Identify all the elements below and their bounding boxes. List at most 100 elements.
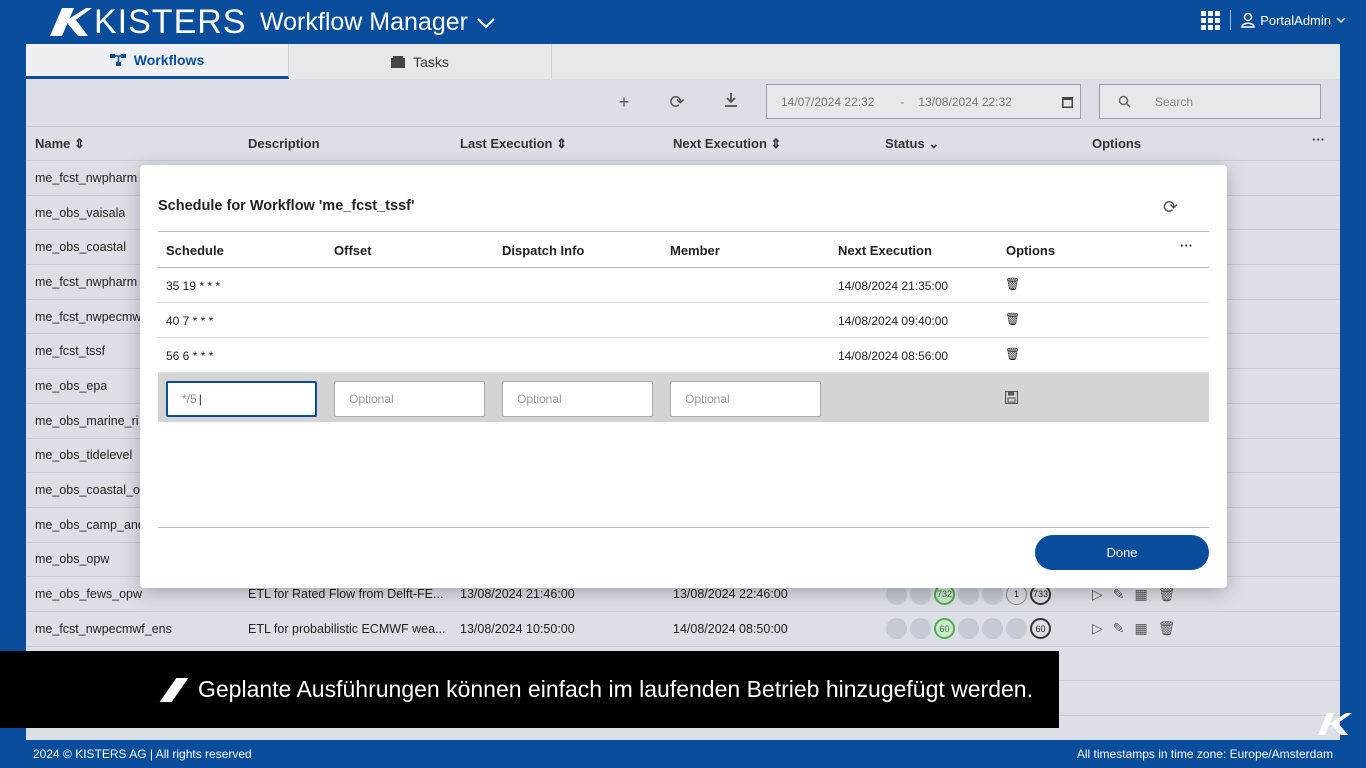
column-member: Member — [670, 243, 720, 258]
date-to: 13/08/2024 22:32 — [918, 94, 1012, 109]
copyright: 2024 © KISTERS AG | All rights reserved — [33, 747, 252, 761]
tab-label: Workflows — [133, 52, 205, 68]
user-menu[interactable]: PortalAdmin — [1241, 12, 1346, 28]
row-description: ETL for Rated Flow from Delft-FE... — [248, 587, 444, 602]
column-options: Options — [1006, 243, 1056, 258]
done-button[interactable]: Done — [1035, 535, 1209, 570]
row-name: me_obs_coastal_o — [35, 483, 140, 498]
trash-icon[interactable]: 🗑 — [1005, 312, 1020, 326]
date-range-picker[interactable]: 14/07/2024 22:32 - 13/08/2024 22:32 — [766, 84, 1081, 119]
success-count-badge[interactable]: 60 — [934, 618, 955, 640]
row-name: me_fcst_nwpecmw — [35, 309, 142, 324]
column-next-execution: Next Execution — [838, 243, 932, 258]
schedule-table: Schedule Offset Dispatch Info Member Nex… — [158, 231, 1209, 422]
chevron-down-icon — [1336, 17, 1346, 24]
dialog-divider — [158, 527, 1209, 528]
row-name: me_obs_vaisala — [35, 205, 126, 220]
status-dot — [886, 618, 907, 640]
refresh-icon[interactable]: ⟳ — [666, 91, 688, 113]
trash-icon[interactable]: 🗑 — [1005, 277, 1020, 291]
app-switcher[interactable]: Workflow Manager — [260, 8, 496, 37]
schedule-next: 14/08/2024 08:56:00 — [838, 349, 949, 363]
row-last-execution: 13/08/2024 10:50:00 — [460, 621, 575, 636]
search-icon — [1118, 95, 1131, 108]
row-last-execution: 13/08/2024 21:46:00 — [460, 587, 575, 602]
row-next-execution: 13/08/2024 22:46:00 — [673, 587, 788, 602]
new-schedule-row: */5 | Optional Optional Optional — [158, 373, 1209, 422]
dispatch-info-input[interactable]: Optional — [502, 381, 653, 417]
schedule-input-value: */5 — [182, 392, 197, 406]
schedule-cron: 35 19 * * * — [166, 279, 221, 293]
row-name: me_obs_coastal — [35, 240, 127, 255]
top-bar: KISTERS Workflow Manager PortalAdmin — [0, 0, 1366, 44]
offset-input[interactable]: Optional — [334, 381, 485, 417]
tab-workflows[interactable]: Workflows — [26, 44, 289, 79]
slash-icon — [159, 677, 189, 702]
schedule-icon[interactable]: ▦ — [1135, 586, 1148, 603]
column-options: Options — [1092, 136, 1142, 151]
row-options: ▷ ✎ ▦ 🗑 — [1092, 620, 1176, 637]
column-next-execution[interactable]: Next Execution ⇕ — [673, 136, 781, 152]
status-indicators: 60 60 — [886, 618, 1051, 640]
schedule-row: 35 19 * * * 14/08/2024 21:35:00 🗑 — [158, 268, 1209, 303]
column-name[interactable]: Name ⇕ — [35, 136, 85, 152]
kisters-corner-logo-icon — [1318, 713, 1352, 735]
row-name: me_obs_opw — [35, 552, 110, 567]
download-icon[interactable] — [720, 91, 742, 113]
add-icon[interactable]: + — [613, 91, 635, 113]
row-name: me_fcst_nwpecmwf_ens — [35, 621, 172, 636]
row-next-execution: 14/08/2024 08:50:00 — [673, 621, 788, 636]
column-status[interactable]: Status ⌄ — [885, 136, 939, 152]
row-name: me_obs_tidelevel — [35, 448, 133, 463]
row-name: me_fcst_nwpharm — [35, 170, 138, 185]
divider — [1230, 10, 1232, 30]
schedule-icon[interactable]: ▦ — [1135, 620, 1148, 637]
status-dot — [1006, 618, 1027, 640]
timezone-note: All timestamps in time zone: Europe/Amst… — [1076, 747, 1333, 761]
apps-grid-icon[interactable] — [1201, 10, 1221, 30]
chevron-down-icon — [477, 17, 495, 29]
row-name: me_obs_marine_ri — [35, 413, 139, 428]
more-icon[interactable]: ··· — [1312, 132, 1325, 147]
total-count-badge[interactable]: 60 — [1030, 618, 1051, 640]
workflow-icon — [109, 54, 126, 66]
run-icon[interactable]: ▷ — [1092, 586, 1103, 603]
kisters-logo-mark-icon — [50, 8, 92, 36]
trash-icon[interactable]: 🗑 — [1158, 586, 1176, 603]
status-dot — [958, 618, 979, 640]
member-input[interactable]: Optional — [670, 381, 821, 417]
column-offset: Offset — [334, 243, 372, 258]
column-schedule: Schedule — [166, 243, 224, 258]
row-name: me_fcst_nwpharm — [35, 274, 138, 289]
schedule-row: 40 7 * * * 14/08/2024 09:40:00 🗑 — [158, 303, 1209, 338]
column-last-execution[interactable]: Last Execution ⇕ — [460, 136, 567, 152]
kisters-logo[interactable]: KISTERS — [46, 3, 246, 41]
schedule-input[interactable]: */5 | — [166, 381, 317, 417]
row-name: me_obs_epa — [35, 378, 108, 393]
tab-tasks[interactable]: Tasks — [289, 44, 552, 79]
tasks-icon — [391, 55, 406, 68]
schedule-next: 14/08/2024 09:40:00 — [838, 314, 949, 328]
edit-icon[interactable]: ✎ — [1113, 620, 1125, 637]
subtitle-text: Geplante Ausführungen können einfach im … — [198, 676, 1033, 702]
trash-icon[interactable]: 🗑 — [1158, 620, 1176, 637]
app-title: Workflow Manager — [260, 8, 468, 36]
tab-bar: Workflows Tasks — [26, 44, 1340, 79]
status-dot — [910, 618, 931, 640]
date-from: 14/07/2024 22:32 — [781, 94, 875, 109]
row-name: me_obs_camp_and — [35, 517, 145, 532]
search-input[interactable]: Search — [1099, 84, 1321, 119]
more-icon[interactable]: ··· — [1180, 238, 1193, 253]
toolbar: + ⟳ 14/07/2024 22:32 - 13/08/2024 22:32 … — [26, 79, 1340, 126]
save-icon[interactable] — [1005, 391, 1018, 404]
trash-icon[interactable]: 🗑 — [1005, 347, 1020, 361]
run-icon[interactable]: ▷ — [1092, 620, 1103, 637]
schedule-row: 56 6 * * * 14/08/2024 08:56:00 🗑 — [158, 338, 1209, 373]
table-row[interactable]: me_fcst_nwpecmwf_ens ETL for probabilist… — [26, 610, 1340, 646]
date-separator: - — [900, 94, 905, 109]
edit-icon[interactable]: ✎ — [1113, 586, 1125, 603]
refresh-icon[interactable]: ⟳ — [1163, 197, 1178, 218]
column-description: Description — [248, 136, 320, 151]
dispatch-placeholder: Optional — [517, 392, 562, 406]
user-icon — [1241, 12, 1255, 28]
